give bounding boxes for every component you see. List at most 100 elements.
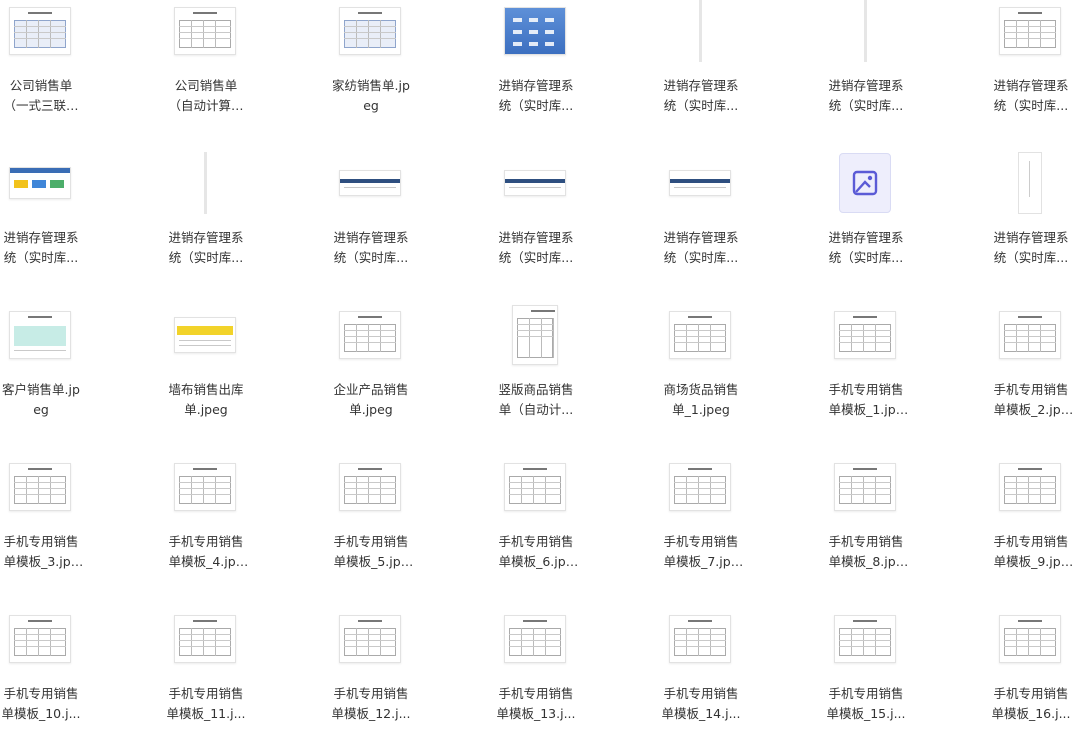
thumbnail-frame [8,154,72,212]
thumbnail-frame [338,154,402,212]
file-grid: 公司销售单（一式三联）_... 公司销售单（自动计算）_... 家纺销售单.jpeg… [0,0,1080,742]
file-item[interactable]: 商场货品销售单_1.jpeg [660,286,825,438]
image-placeholder-icon [839,153,891,213]
thumbnail-frame [338,2,402,60]
file-item[interactable]: 进销存管理系统（实时库... [990,0,1080,134]
file-item[interactable]: 手机专用销售单模板_5.jpeg [330,438,495,590]
file-name: 进销存管理系统（实时库... [333,230,409,265]
thumbnail-frame [338,306,402,364]
file-item[interactable]: 手机专用销售单模板_8.jpeg [825,438,990,590]
file-item[interactable]: 手机专用销售单模板_1.jpeg [825,286,990,438]
thumbnail-frame [668,458,732,516]
file-item[interactable]: 手机专用销售单模板_16.j... [990,590,1080,742]
file-item[interactable]: 手机专用销售单模板_9.jpeg [990,438,1080,590]
thumbnail-frame [998,2,1062,60]
file-item[interactable]: 手机专用销售单模板_2.jpeg [990,286,1080,438]
file-item[interactable]: 进销存管理系统（实时库... [660,134,825,286]
thumbnail-frame [173,458,237,516]
file-item[interactable]: 手机专用销售单模板_12.j... [330,590,495,742]
thumbnail-frame [503,305,567,365]
thumbnail-frame [668,306,732,364]
thumbnail-frame [503,458,567,516]
file-thumbnail [834,615,896,663]
file-item[interactable]: 手机专用销售单模板_4.jpeg [165,438,330,590]
file-item[interactable]: 客户销售单.jpeg [0,286,165,438]
file-thumbnail [339,7,401,55]
file-item[interactable]: 手机专用销售单模板_10.j... [0,590,165,742]
file-name: 客户销售单.jpeg [2,382,80,417]
file-item[interactable]: 进销存管理系统（实时库... [495,0,660,134]
file-name: 手机专用销售单模板_4.jpeg [168,534,244,569]
file-thumbnail [504,615,566,663]
file-item[interactable]: 进销存管理系统（实时库... [330,134,495,286]
file-item[interactable]: 手机专用销售单模板_3.jpeg [0,438,165,590]
file-name: 进销存管理系统（实时库... [663,230,739,265]
thumbnail-frame [998,152,1062,214]
file-name: 手机专用销售单模板_1.jpeg [828,382,904,417]
thumbnail-frame [173,610,237,668]
file-name: 手机专用销售单模板_5.jpeg [333,534,409,569]
thumbnail-frame [998,306,1062,364]
file-item[interactable]: 进销存管理系统（实时库... [990,134,1080,286]
file-name: 手机专用销售单模板_7.jpeg [663,534,739,569]
file-name: 手机专用销售单模板_15.j... [826,686,906,721]
file-thumbnail [339,311,401,359]
file-item[interactable]: 进销存管理系统（实时库... [825,134,990,286]
thumbnail-frame [668,154,732,212]
thumbnail-frame [173,2,237,60]
file-item[interactable]: 进销存管理系统（实时库... [0,134,165,286]
file-thumbnail [9,463,71,511]
file-item[interactable]: 进销存管理系统（实时库... [660,0,825,134]
file-name: 手机专用销售单模板_12.j... [331,686,411,721]
file-name: 进销存管理系统（实时库... [168,230,244,265]
file-item[interactable]: 公司销售单（自动计算）_... [165,0,330,134]
file-name: 进销存管理系统（实时库... [828,230,904,265]
file-thumbnail [9,7,71,55]
file-item[interactable]: 手机专用销售单模板_6.jpeg [495,438,660,590]
file-thumbnail [669,615,731,663]
file-name: 进销存管理系统（实时库... [498,230,574,265]
thumbnail-frame [998,458,1062,516]
file-name: 家纺销售单.jpeg [332,78,410,113]
file-item[interactable]: 手机专用销售单模板_14.j... [660,590,825,742]
file-name: 手机专用销售单模板_13.j... [496,686,576,721]
file-item[interactable]: 手机专用销售单模板_7.jpeg [660,438,825,590]
file-thumbnail [669,311,731,359]
thumbnail-frame [8,2,72,60]
thumbnail-frame [833,458,897,516]
file-thumbnail [999,615,1061,663]
file-thumbnail [1018,152,1042,214]
file-name: 手机专用销售单模板_3.jpeg [3,534,79,569]
file-item[interactable]: 公司销售单（一式三联）_... [0,0,165,134]
file-item[interactable]: 手机专用销售单模板_15.j... [825,590,990,742]
file-name: 手机专用销售单模板_14.j... [661,686,741,721]
file-item[interactable]: 家纺销售单.jpeg [330,0,495,134]
file-name: 竖版商品销售单（自动计... [498,382,574,417]
file-item[interactable]: 墙布销售出库单.jpeg [165,286,330,438]
file-thumbnail [863,0,867,62]
file-item[interactable]: 手机专用销售单模板_13.j... [495,590,660,742]
file-name: 进销存管理系统（实时库... [828,78,904,113]
thumbnail-frame [173,306,237,364]
file-item[interactable]: 进销存管理系统（实时库... [165,134,330,286]
file-name: 进销存管理系统（实时库... [993,230,1069,265]
file-name: 公司销售单（一式三联）_... [3,78,79,113]
thumbnail-frame [668,610,732,668]
file-name: 进销存管理系统（实时库... [663,78,739,113]
file-thumbnail [834,311,896,359]
file-thumbnail [9,311,71,359]
file-item[interactable]: 企业产品销售单.jpeg [330,286,495,438]
file-thumbnail [999,463,1061,511]
file-thumbnail [504,170,566,196]
file-name: 手机专用销售单模板_11.j... [166,686,246,721]
file-thumbnail [999,311,1061,359]
thumbnail-frame [503,2,567,60]
file-item[interactable]: 进销存管理系统（实时库... [495,134,660,286]
file-item[interactable]: 竖版商品销售单（自动计... [495,286,660,438]
file-name: 进销存管理系统（实时库... [3,230,79,265]
file-item[interactable]: 进销存管理系统（实时库... [825,0,990,134]
file-name: 手机专用销售单模板_10.j... [1,686,81,721]
file-thumbnail [9,615,71,663]
file-name: 手机专用销售单模板_6.jpeg [498,534,574,569]
file-item[interactable]: 手机专用销售单模板_11.j... [165,590,330,742]
